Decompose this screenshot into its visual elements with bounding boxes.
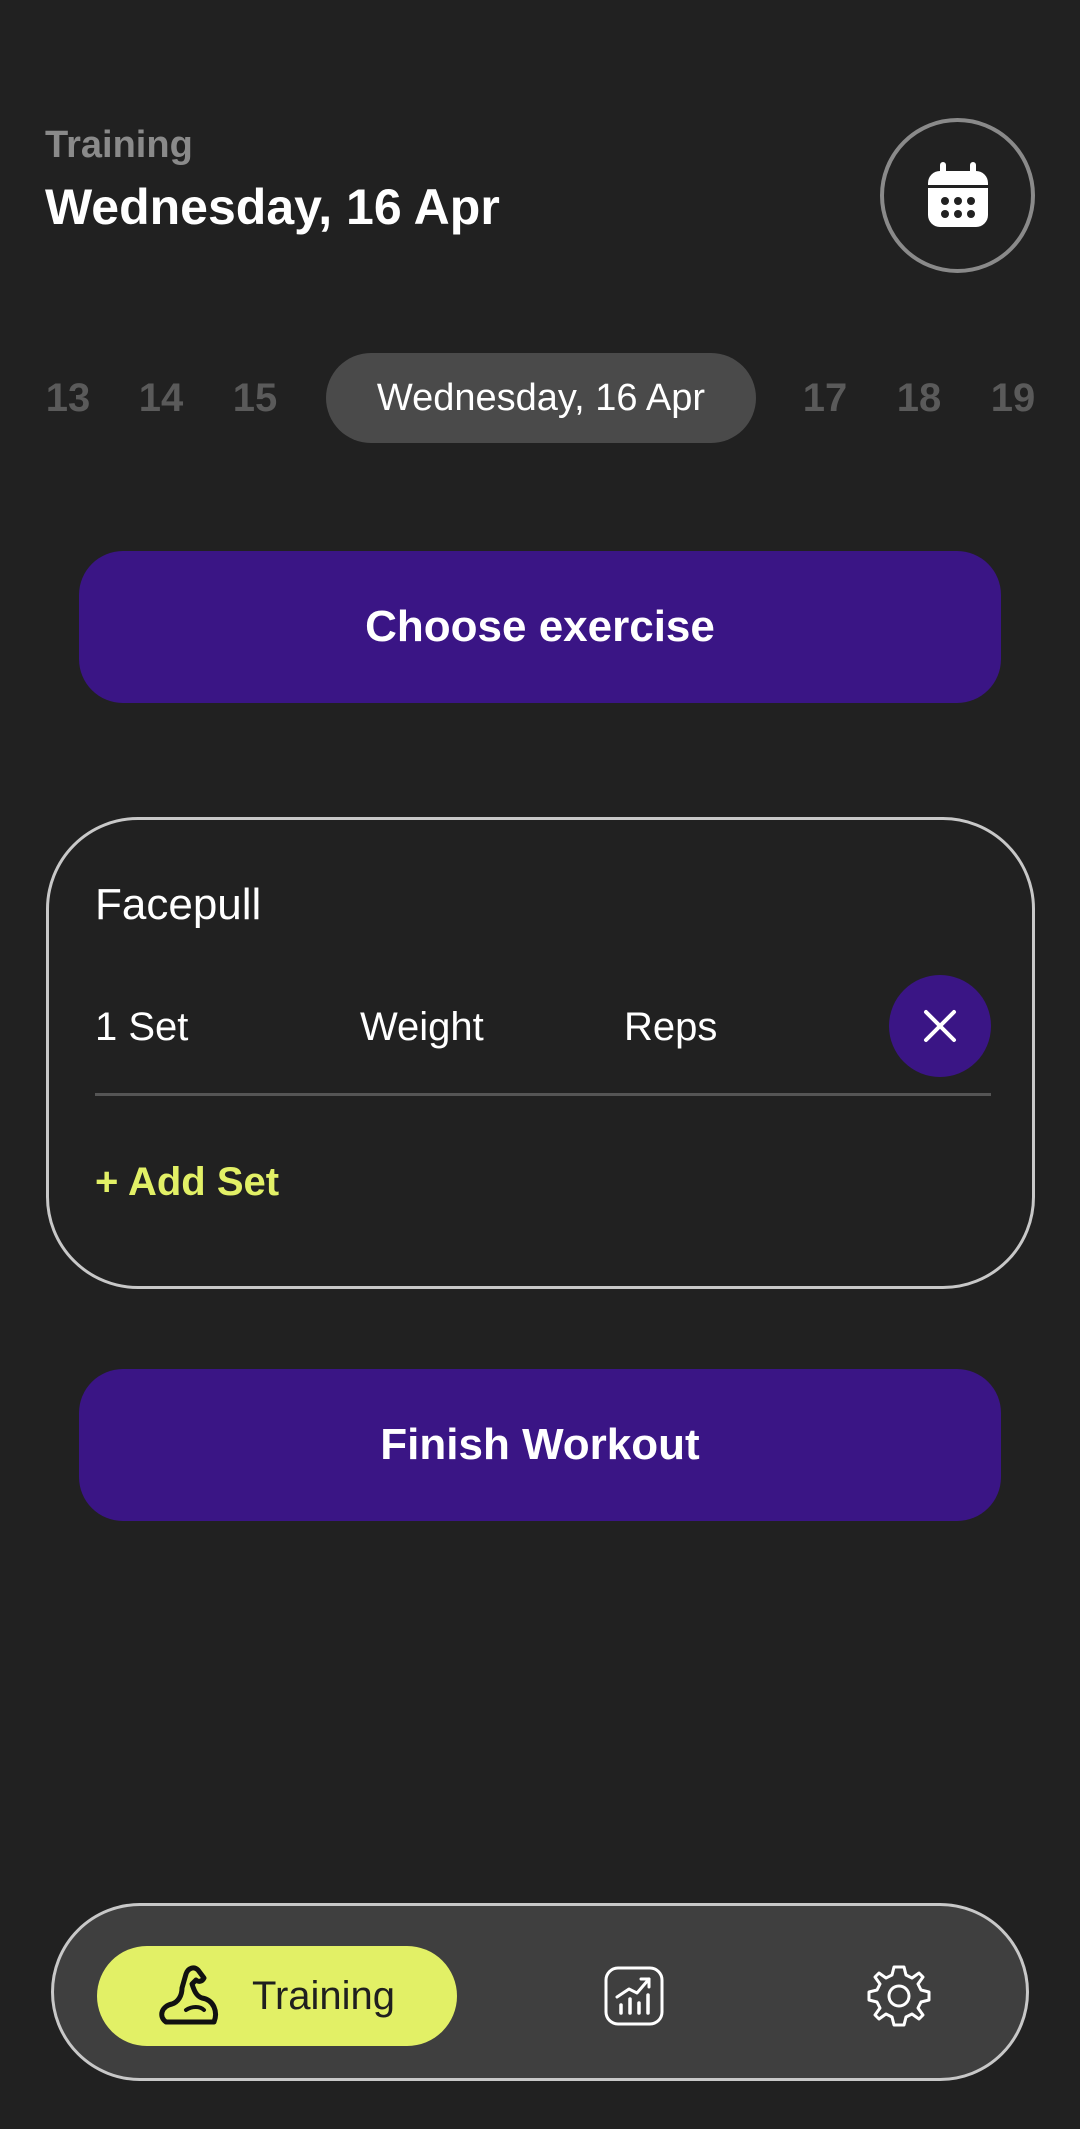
day-13[interactable]: 13 — [33, 353, 103, 443]
date-strip: 13 14 15 Wednesday, 16 Apr 17 18 19 — [0, 353, 1080, 443]
day-18[interactable]: 18 — [884, 353, 954, 443]
nav-item-settings[interactable] — [864, 1961, 934, 2031]
gear-icon — [867, 1965, 931, 2027]
bottom-nav: Training — [51, 1903, 1029, 2081]
page-title: Wednesday, 16 Apr — [45, 179, 500, 235]
selected-day-pill[interactable]: Wednesday, 16 Apr — [326, 353, 756, 443]
finish-workout-button[interactable]: Finish Workout — [79, 1369, 1001, 1521]
day-15[interactable]: 15 — [220, 353, 290, 443]
exercise-card: Facepull 1 Set Weight Reps + Add Set — [46, 817, 1035, 1289]
add-set-button[interactable]: + Add Set — [95, 1160, 279, 1205]
close-icon — [924, 1010, 956, 1042]
nav-item-training[interactable]: Training — [97, 1946, 457, 2046]
exercise-name: Facepull — [95, 880, 262, 929]
day-19[interactable]: 19 — [978, 353, 1048, 443]
training-screen: Training Wednesday, 16 Apr 13 14 15 Wedn… — [0, 0, 1080, 2129]
day-14[interactable]: 14 — [126, 353, 196, 443]
calendar-button[interactable] — [880, 118, 1035, 273]
weight-label[interactable]: Weight — [360, 1005, 484, 1050]
nav-training-label: Training — [252, 1973, 396, 2018]
reps-label[interactable]: Reps — [624, 1005, 717, 1050]
remove-set-button[interactable] — [889, 975, 991, 1077]
nav-item-stats[interactable] — [599, 1961, 669, 2031]
set-label: 1 Set — [95, 1005, 189, 1049]
card-divider — [95, 1093, 991, 1096]
header-subtitle: Training — [45, 124, 193, 166]
choose-exercise-button[interactable]: Choose exercise — [79, 551, 1001, 703]
stats-chart-icon — [604, 1966, 664, 2026]
flexed-bicep-icon — [159, 1965, 218, 2025]
calendar-icon — [927, 161, 988, 227]
day-17[interactable]: 17 — [790, 353, 860, 443]
